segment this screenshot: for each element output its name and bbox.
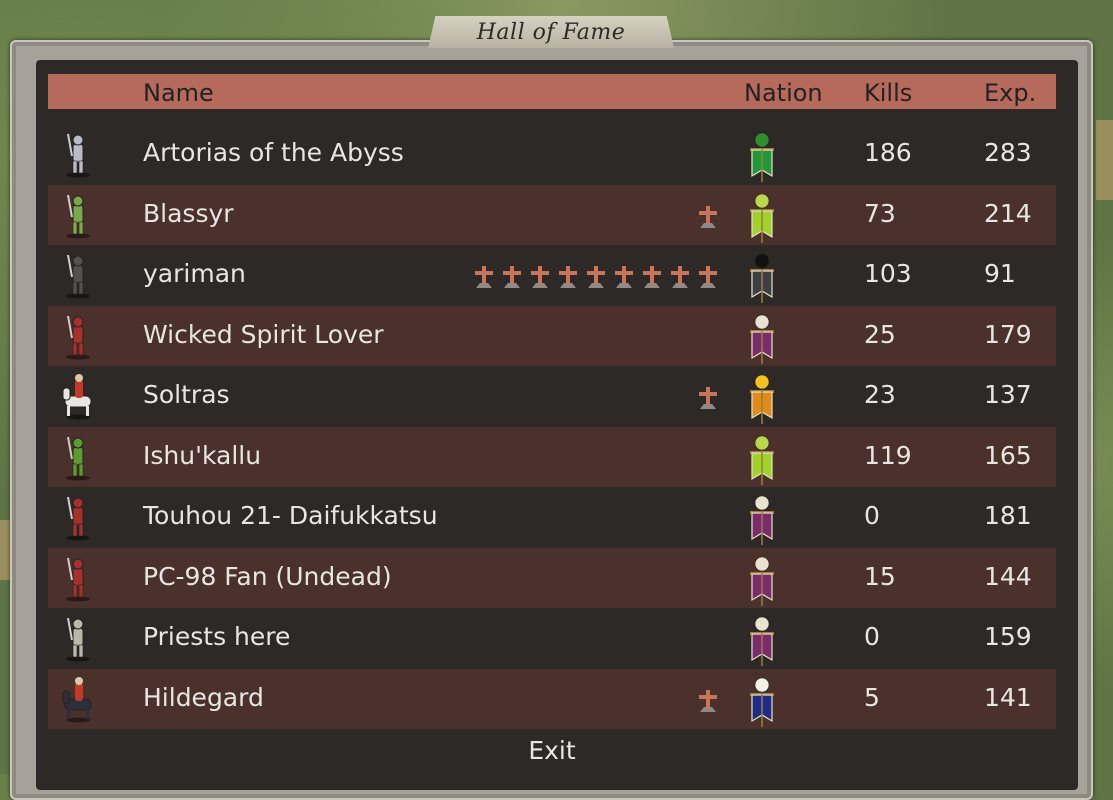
grave-marker-icon xyxy=(668,263,692,289)
column-header-exp: Exp. xyxy=(984,79,1037,107)
priest-unit-icon xyxy=(60,614,96,662)
exp-value: 181 xyxy=(984,501,1032,530)
table-row[interactable]: yariman 103 91 xyxy=(48,245,1056,306)
map-road xyxy=(1096,120,1113,200)
lime-serpent-banner-icon xyxy=(746,429,778,485)
grave-marker-icon xyxy=(696,687,720,713)
exp-value: 159 xyxy=(984,622,1032,651)
hero-name: Priests here xyxy=(143,622,291,651)
medals xyxy=(696,687,720,713)
table-row[interactable]: PC-98 Fan (Undead) 15 144 xyxy=(48,547,1056,608)
table-header: Name Nation Kills Exp. xyxy=(48,74,1056,109)
kills-value: 15 xyxy=(864,561,896,591)
purple-skull-banner-icon xyxy=(746,489,778,545)
exp-value: 141 xyxy=(984,682,1032,712)
table-row[interactable]: Hildegard 5 141 xyxy=(48,668,1056,729)
medals xyxy=(472,263,720,289)
hero-name: Blassyr xyxy=(143,198,234,228)
kills-value: 23 xyxy=(864,380,896,409)
grave-marker-icon xyxy=(472,263,496,289)
column-header-name: Name xyxy=(143,79,214,107)
table-row[interactable]: Touhou 21- Daifukkatsu 0 181 xyxy=(48,487,1056,548)
window-title: Hall of Fame xyxy=(476,19,626,45)
red-axeman-unit-icon xyxy=(60,493,96,541)
green-tree-banner-icon xyxy=(746,126,778,182)
exp-value: 91 xyxy=(984,259,1016,288)
hero-name: PC-98 Fan (Undead) xyxy=(143,561,392,591)
table-row[interactable]: Wicked Spirit Lover 25 179 xyxy=(48,305,1056,366)
grave-marker-icon xyxy=(528,263,552,289)
exp-value: 179 xyxy=(984,319,1032,349)
white-horse-knight-unit-icon xyxy=(60,372,96,420)
grave-marker-icon xyxy=(640,263,664,289)
medals xyxy=(696,203,720,229)
exp-value: 144 xyxy=(984,561,1032,591)
orange-sun-banner-icon xyxy=(746,368,778,424)
hero-name: Artorias of the Abyss xyxy=(143,138,404,167)
exp-value: 137 xyxy=(984,380,1032,409)
medals xyxy=(696,384,720,410)
hero-name: yariman xyxy=(143,259,246,288)
hero-name: Wicked Spirit Lover xyxy=(143,319,384,349)
grave-marker-icon xyxy=(584,263,608,289)
hero-name: Touhou 21- Daifukkatsu xyxy=(143,501,438,530)
title-tab: Hall of Fame xyxy=(428,16,674,48)
purple-skull-banner-icon xyxy=(746,308,778,364)
armored-knight-unit-icon xyxy=(60,130,96,178)
dark-horse-rider-unit-icon xyxy=(60,675,96,723)
table-row[interactable]: Priests here 0 159 xyxy=(48,608,1056,669)
hero-name: Hildegard xyxy=(143,682,264,712)
kills-value: 103 xyxy=(864,259,912,288)
column-header-kills: Kills xyxy=(864,79,913,107)
table-row[interactable]: Blassyr 73 214 xyxy=(48,184,1056,245)
hall-of-fame-list: Artorias of the Abyss 186 283 Blassyr 73 214 y… xyxy=(48,124,1056,729)
purple-skull-banner-icon xyxy=(746,550,778,606)
kills-value: 0 xyxy=(864,622,880,651)
table-row[interactable]: Ishu'kallu 119 165 xyxy=(48,426,1056,487)
kills-value: 73 xyxy=(864,198,896,228)
dark-soldier-unit-icon xyxy=(60,251,96,299)
column-header-nation: Nation xyxy=(744,79,823,107)
hero-name: Soltras xyxy=(143,380,230,409)
exp-value: 283 xyxy=(984,138,1032,167)
grave-marker-icon xyxy=(696,203,720,229)
blue-moon-banner-icon xyxy=(746,671,778,727)
red-axeman-unit-icon xyxy=(60,312,96,360)
grave-marker-icon xyxy=(612,263,636,289)
lizard-warrior-unit-icon xyxy=(60,191,96,239)
exp-value: 165 xyxy=(984,440,1032,470)
grave-marker-icon xyxy=(556,263,580,289)
hero-name: Ishu'kallu xyxy=(143,440,262,470)
dark-wing-banner-icon xyxy=(746,247,778,303)
kills-value: 0 xyxy=(864,501,880,530)
red-axeman-unit-icon xyxy=(60,554,96,602)
kills-value: 5 xyxy=(864,682,880,712)
table-row[interactable]: Artorias of the Abyss 186 283 xyxy=(48,124,1056,185)
exp-value: 214 xyxy=(984,198,1032,228)
exit-button[interactable]: Exit xyxy=(510,736,594,765)
grave-marker-icon xyxy=(696,263,720,289)
lizard-spearman-unit-icon xyxy=(60,433,96,481)
table-row[interactable]: Soltras 23 137 xyxy=(48,366,1056,427)
grave-marker-icon xyxy=(500,263,524,289)
lime-serpent-banner-icon xyxy=(746,187,778,243)
kills-value: 25 xyxy=(864,319,896,349)
grave-marker-icon xyxy=(696,384,720,410)
purple-skull-banner-icon xyxy=(746,610,778,666)
kills-value: 186 xyxy=(864,138,912,167)
kills-value: 119 xyxy=(864,440,912,470)
